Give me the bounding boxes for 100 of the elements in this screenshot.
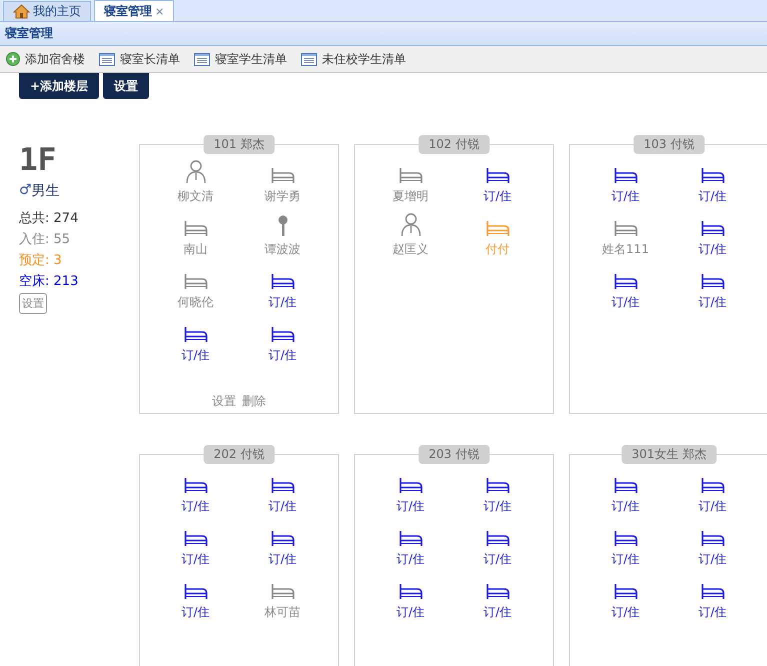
room-title: 102 付锐 — [418, 135, 490, 154]
bed-slot[interactable]: 订/住 — [582, 523, 669, 567]
tab[interactable]: 我的主页 — [3, 1, 91, 21]
bed-slot[interactable]: 订/住 — [582, 470, 669, 514]
floor-settings-button[interactable]: 设置 — [19, 293, 47, 314]
bed-slot[interactable]: 赵匡义 — [367, 213, 454, 257]
bed-icon — [184, 273, 208, 290]
room-title: 103 付锐 — [634, 135, 704, 154]
toolbar-button[interactable]: 添加宿舍楼 — [6, 50, 85, 68]
panel-title: 寝室管理 — [5, 25, 53, 42]
bed-icon — [398, 583, 422, 600]
toolbar-button[interactable]: 寝室长清单 — [99, 50, 180, 68]
tab[interactable]: 寝室管理 × — [94, 0, 174, 21]
bed-slot[interactable]: 夏增明 — [367, 160, 454, 204]
bed-slot[interactable]: 订/住 — [454, 470, 541, 514]
toolbar-button[interactable]: 寝室学生清单 — [194, 50, 287, 68]
close-icon[interactable]: × — [155, 4, 164, 18]
bed-icon — [700, 583, 724, 600]
bed-slot[interactable]: 订/住 — [367, 470, 454, 514]
bed-slot[interactable]: 订/住 — [582, 266, 669, 310]
add-floor-button[interactable]: +添加楼层 — [19, 73, 100, 99]
floor-stat: 总共: 274 — [19, 210, 78, 228]
key-icon — [278, 215, 288, 237]
bed-slot[interactable]: 南山 — [152, 213, 239, 257]
floor-stat: 预定: 3 — [19, 252, 63, 270]
bed-slot[interactable]: 订/住 — [152, 576, 239, 620]
bed-slot[interactable]: 谢学勇 — [239, 160, 326, 204]
room-action-link[interactable]: 删除 — [242, 393, 266, 410]
bed-icon — [700, 477, 724, 494]
bed-icon — [398, 167, 422, 184]
bed-icon — [614, 530, 638, 547]
bed-slot[interactable]: 订/住 — [367, 523, 454, 567]
bed-icon — [614, 273, 638, 290]
bed-slot[interactable]: 订/住 — [239, 266, 326, 310]
bed-slot[interactable]: 订/住 — [152, 523, 239, 567]
bed-slot[interactable]: 订/住 — [454, 576, 541, 620]
bed-slot[interactable]: 订/住 — [454, 160, 541, 204]
bed-slot[interactable]: 柳文清 — [152, 160, 239, 204]
bed-slot[interactable]: 订/住 — [239, 319, 326, 363]
bed-icon — [270, 477, 294, 494]
gender-label: 男生 — [32, 182, 60, 200]
bed-icon — [700, 273, 724, 290]
person-icon — [186, 160, 206, 184]
bed-icon — [184, 477, 208, 494]
room-title: 101 郑杰 — [204, 135, 274, 154]
bed-icon — [486, 583, 510, 600]
house-icon — [13, 4, 30, 19]
room-action-link[interactable]: 设置 — [212, 393, 236, 410]
bed-slot[interactable]: 订/住 — [582, 576, 669, 620]
bed-icon — [184, 220, 208, 237]
floor-name: 1F — [19, 144, 56, 176]
list-icon — [99, 52, 115, 66]
toolbar-button[interactable]: 未住校学生清单 — [301, 50, 406, 68]
bed-slot[interactable]: 订/住 — [239, 470, 326, 514]
bed-slot[interactable]: 何晓伦 — [152, 266, 239, 310]
bed-slot[interactable]: 姓名111 — [582, 213, 669, 257]
bed-slot[interactable]: 订/住 — [367, 576, 454, 620]
bed-icon — [270, 273, 294, 290]
bed-icon — [614, 220, 638, 237]
bed-slot[interactable]: 谭波波 — [239, 213, 326, 257]
room-title: 203 付锐 — [418, 445, 490, 464]
bed-slot[interactable]: 订/住 — [152, 319, 239, 363]
bed-slot[interactable]: 林可苗 — [239, 576, 326, 620]
bed-icon — [270, 530, 294, 547]
settings-button[interactable]: 设置 — [103, 73, 150, 99]
bed-icon — [614, 583, 638, 600]
floor-stat: 空床: 213 — [19, 273, 78, 291]
room-title: 202 付锐 — [204, 445, 274, 464]
bed-icon — [270, 167, 294, 184]
room-title: 301女生 郑杰 — [622, 445, 716, 464]
person-icon — [400, 213, 420, 237]
bed-icon — [700, 530, 724, 547]
bed-icon — [700, 167, 724, 184]
bed-icon — [486, 530, 510, 547]
bed-slot[interactable]: 订/住 — [669, 576, 756, 620]
bed-slot[interactable]: 订/住 — [669, 523, 756, 567]
bed-slot[interactable]: 订/住 — [239, 523, 326, 567]
bed-slot[interactable]: 订/住 — [454, 523, 541, 567]
bed-icon — [614, 167, 638, 184]
add-icon — [6, 52, 20, 66]
bed-icon — [184, 326, 208, 343]
bed-slot[interactable]: 订/住 — [669, 266, 756, 310]
list-icon — [194, 52, 210, 66]
floor-stat: 入住: 55 — [19, 231, 72, 249]
bed-icon — [486, 220, 510, 237]
bed-icon — [700, 220, 724, 237]
bed-icon — [184, 530, 208, 547]
bed-icon — [486, 167, 510, 184]
bed-icon — [184, 583, 208, 600]
bed-icon — [614, 477, 638, 494]
bed-slot[interactable]: 订/住 — [669, 470, 756, 514]
bed-slot[interactable]: 订/住 — [669, 160, 756, 204]
bed-icon — [398, 530, 422, 547]
bed-icon — [398, 477, 422, 494]
bed-slot[interactable]: 订/住 — [152, 470, 239, 514]
list-icon — [301, 52, 317, 66]
bed-icon — [486, 477, 510, 494]
bed-slot[interactable]: 订/住 — [669, 213, 756, 257]
bed-slot[interactable]: 订/住 — [582, 160, 669, 204]
bed-icon — [270, 583, 294, 600]
